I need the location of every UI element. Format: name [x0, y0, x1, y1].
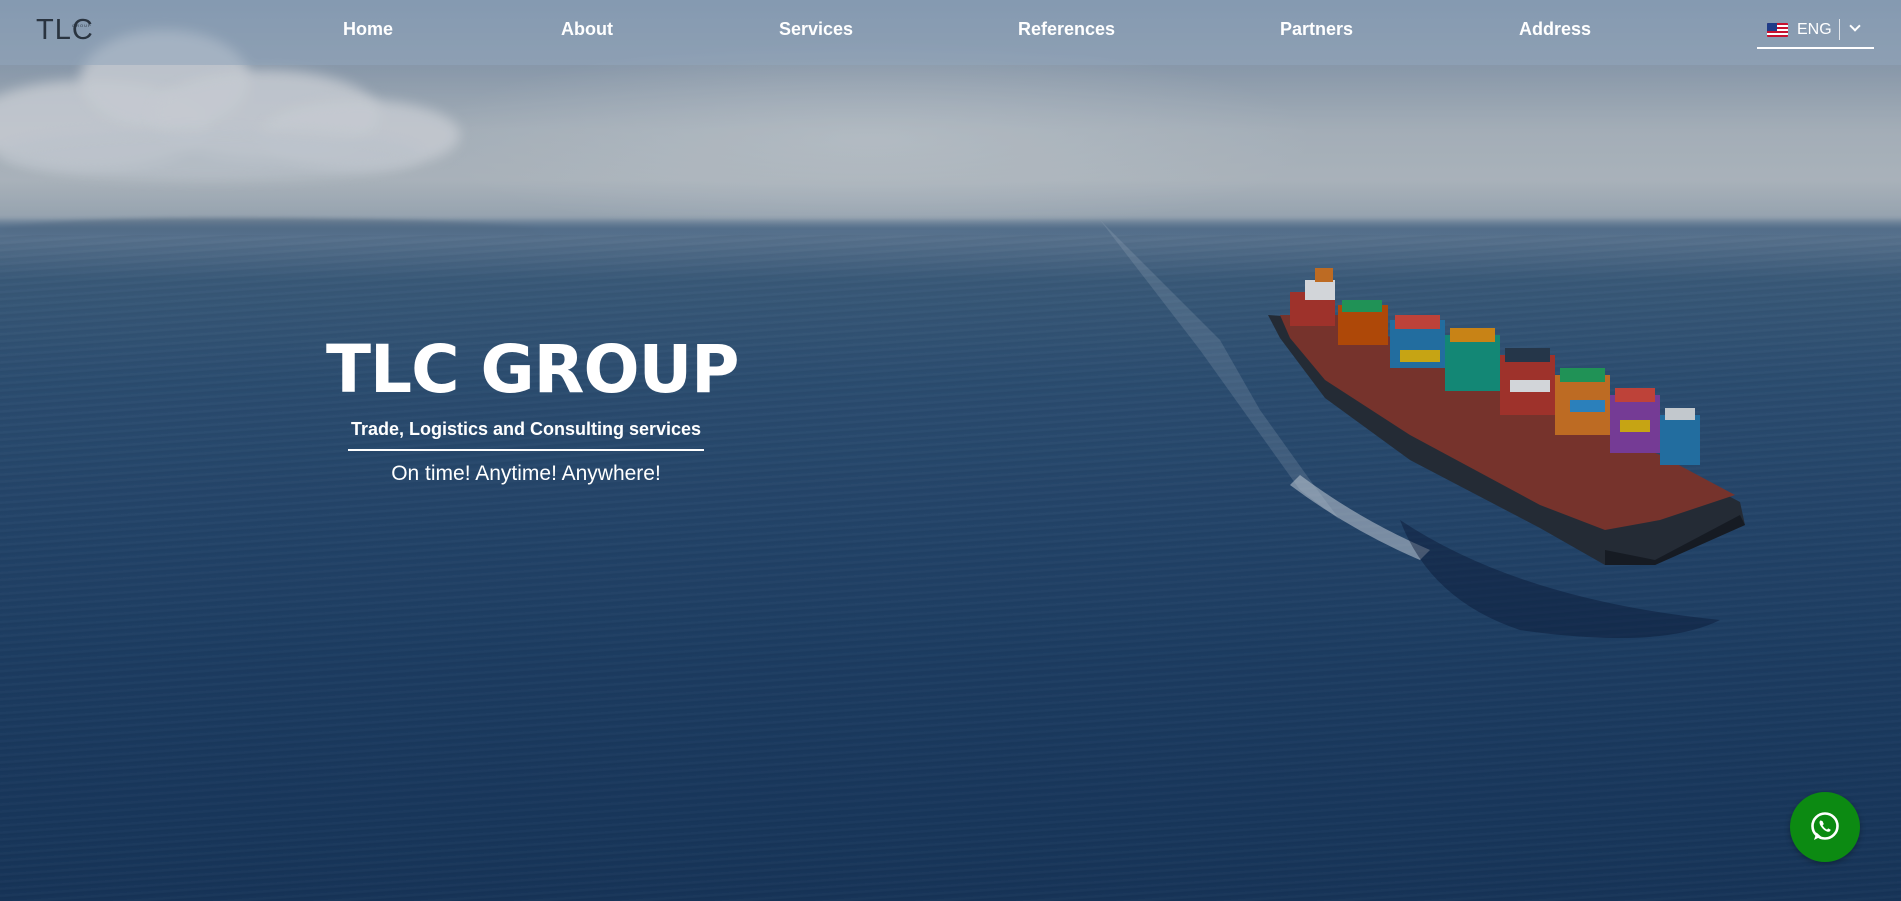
us-flag-icon — [1767, 23, 1788, 37]
top-navbar: TLC GROUP Home About Services References… — [0, 0, 1901, 65]
logo-subtext: GROUP — [72, 23, 92, 28]
nav-about[interactable]: About — [561, 19, 613, 40]
nav-home[interactable]: Home — [343, 19, 393, 40]
nav-services[interactable]: Services — [779, 19, 853, 40]
whatsapp-button[interactable] — [1790, 792, 1860, 862]
hero-divider — [348, 449, 704, 451]
nav-partners[interactable]: Partners — [1280, 19, 1353, 40]
nav-references[interactable]: References — [1018, 19, 1115, 40]
hero-tagline: On time! Anytime! Anywhere! — [391, 462, 661, 485]
logo[interactable]: TLC — [36, 14, 94, 47]
chevron-down-icon[interactable] — [1849, 20, 1861, 32]
language-selector[interactable]: ENG — [1757, 18, 1874, 49]
background-overlay — [0, 0, 1901, 901]
nav-address[interactable]: Address — [1519, 19, 1591, 40]
hero-title: TLC GROUP — [326, 331, 740, 408]
language-divider — [1839, 19, 1840, 40]
hero-content: TLC GROUP Trade, Logistics and Consultin… — [326, 330, 740, 486]
hero-subtitle: Trade, Logistics and Consulting services — [350, 419, 702, 439]
whatsapp-icon — [1811, 812, 1839, 840]
language-label: ENG — [1797, 21, 1832, 38]
